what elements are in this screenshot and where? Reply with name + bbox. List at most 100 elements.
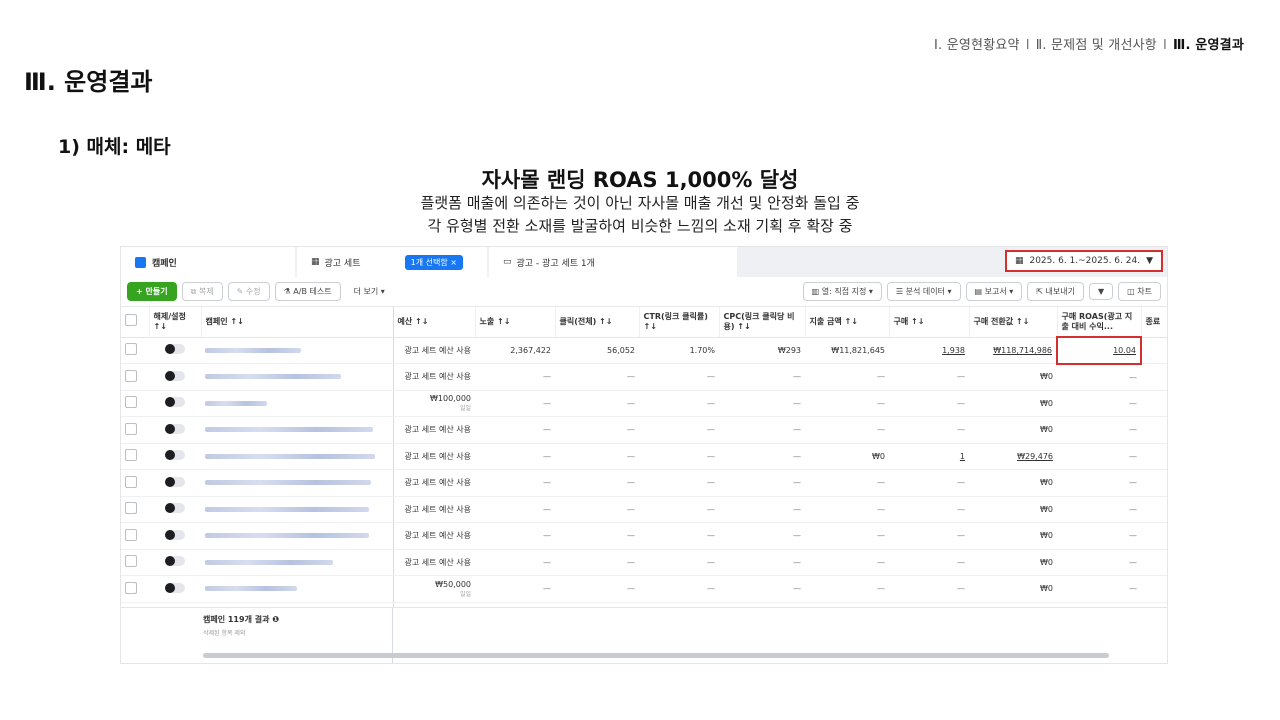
row-checkbox-cell[interactable] <box>121 575 149 603</box>
date-range-picker[interactable]: ▦ 2025. 6. 1.~2025. 6. 24. ▼ <box>1004 250 1163 272</box>
col-roas[interactable]: 구매 ROAS(광고 지출 대비 수익... <box>1057 307 1142 338</box>
table-row[interactable]: 광고 세트 예산 사용 — — — — — — ₩0 — <box>121 469 1167 497</box>
row-checkbox[interactable] <box>125 475 137 488</box>
row-checkbox-cell[interactable] <box>121 469 149 497</box>
campaign-name-redacted[interactable] <box>205 533 369 539</box>
row-toggle-cell[interactable] <box>149 575 201 603</box>
selected-chip[interactable]: 1개 선택함 × <box>404 254 463 270</box>
row-checkbox[interactable] <box>125 422 137 435</box>
horizontal-scrollbar[interactable] <box>203 653 1109 658</box>
table-row[interactable]: 광고 세트 예산 사용 — — — — — — ₩0 — <box>121 363 1167 391</box>
table-row[interactable]: 광고 세트 예산 사용 — — — — ₩0 1 ₩29,476 — <box>121 443 1167 470</box>
table-row[interactable]: ₩50,000 일일 — — — — — — ₩0 — <box>121 575 1167 603</box>
col-campaign[interactable]: 캠페인 ↑↓ <box>201 307 394 338</box>
tab-adset[interactable]: ▦ 광고 세트 1개 선택함 × <box>297 247 487 277</box>
campaign-name-cell[interactable] <box>201 469 394 497</box>
campaign-name-redacted[interactable] <box>205 374 341 380</box>
col-clicks[interactable]: 클릭(전체) ↑↓ <box>555 307 640 338</box>
columns-button[interactable]: ▥ 열: 직접 지정 ▾ <box>802 282 882 301</box>
row-toggle-cell[interactable] <box>149 337 201 364</box>
col-budget[interactable]: 예산 ↑↓ <box>393 307 476 338</box>
row-checkbox[interactable] <box>125 449 137 462</box>
row-checkbox-cell[interactable] <box>121 390 149 417</box>
table-row[interactable]: 광고 세트 예산 사용 — — — — — — ₩0 — <box>121 416 1167 444</box>
nav-item-issues[interactable]: Ⅱ. 문제점 및 개선사항 <box>1036 38 1157 53</box>
campaign-name-cell[interactable] <box>201 443 394 470</box>
create-button[interactable]: + 만들기 <box>127 282 177 301</box>
row-toggle-cell[interactable] <box>149 416 201 444</box>
campaign-toggle[interactable] <box>165 503 185 514</box>
campaign-name-cell[interactable] <box>201 390 394 417</box>
campaign-name-cell[interactable] <box>201 416 394 444</box>
campaign-name-cell[interactable] <box>201 549 394 576</box>
table-row[interactable]: ₩100,000 일일 — — — — — — ₩0 — <box>121 390 1167 417</box>
nav-item-results[interactable]: Ⅲ. 운영결과 <box>1173 38 1244 53</box>
campaign-toggle[interactable] <box>165 423 185 434</box>
export-button[interactable]: ⇱ 내보내기 <box>1027 282 1084 301</box>
row-checkbox[interactable] <box>125 528 137 541</box>
duplicate-button[interactable]: ⧉ 복제 <box>181 282 223 301</box>
campaign-toggle[interactable] <box>165 529 185 540</box>
row-toggle-cell[interactable] <box>149 443 201 470</box>
campaign-toggle[interactable] <box>165 397 185 408</box>
col-conv-value[interactable]: 구매 전환값 ↑↓ <box>969 307 1058 338</box>
select-all-checkbox[interactable] <box>125 314 137 327</box>
campaign-name-cell[interactable] <box>201 337 394 364</box>
row-toggle-cell[interactable] <box>149 522 201 550</box>
campaign-name-cell[interactable] <box>201 575 394 603</box>
reports-button[interactable]: ▤ 보고서 ▾ <box>965 282 1023 301</box>
nav-item-summary[interactable]: Ⅰ. 운영현황요약 <box>934 38 1020 53</box>
export-dropdown-button[interactable]: ▼ <box>1089 283 1114 300</box>
row-checkbox-cell[interactable] <box>121 416 149 444</box>
row-toggle-cell[interactable] <box>149 496 201 523</box>
campaign-toggle[interactable] <box>165 582 185 593</box>
row-checkbox-cell[interactable] <box>121 549 149 576</box>
campaign-name-redacted[interactable] <box>205 347 301 353</box>
more-button[interactable]: 더 보기 ▾ <box>345 283 393 300</box>
row-checkbox-cell[interactable] <box>121 443 149 470</box>
row-checkbox-cell[interactable] <box>121 337 149 364</box>
row-toggle-cell[interactable] <box>149 363 201 391</box>
table-row[interactable]: 광고 세트 예산 사용 — — — — — — ₩0 — <box>121 496 1167 523</box>
campaign-toggle[interactable] <box>165 476 185 487</box>
row-checkbox-cell[interactable] <box>121 363 149 391</box>
table-row[interactable]: 광고 세트 예산 사용 2,367,422 56,052 1.70% ₩293 ₩11,8… <box>121 336 1167 365</box>
row-checkbox[interactable] <box>125 396 137 409</box>
ab-test-button[interactable]: ⚗ A/B 테스트 <box>274 282 341 301</box>
campaign-name-cell[interactable] <box>201 496 394 523</box>
campaign-name-redacted[interactable] <box>205 400 267 406</box>
row-checkbox[interactable] <box>125 555 137 568</box>
row-toggle-cell[interactable] <box>149 549 201 576</box>
row-checkbox[interactable] <box>125 581 137 594</box>
row-checkbox[interactable] <box>125 343 137 356</box>
campaign-name-redacted[interactable] <box>205 427 373 433</box>
row-checkbox[interactable] <box>125 502 137 515</box>
chart-button[interactable]: ◫ 차트 <box>1118 282 1161 301</box>
row-checkbox[interactable] <box>125 369 137 382</box>
table-row[interactable]: 광고 세트 예산 사용 — — — — — — ₩0 — <box>121 549 1167 576</box>
row-checkbox-cell[interactable] <box>121 522 149 550</box>
campaign-name-redacted[interactable] <box>205 506 369 512</box>
campaign-name-cell[interactable] <box>201 522 394 550</box>
col-onoff[interactable]: 해제/설정 ↑↓ <box>149 307 202 338</box>
tab-campaign[interactable]: 캠페인 <box>121 247 295 277</box>
campaign-toggle[interactable] <box>165 450 185 461</box>
campaign-toggle[interactable] <box>165 556 185 567</box>
campaign-name-cell[interactable] <box>201 363 394 391</box>
table-row[interactable]: 광고 세트 예산 사용 — — — — — — ₩0 — <box>121 522 1167 550</box>
breakdown-button[interactable]: ☰ 분석 데이터 ▾ <box>886 282 961 301</box>
row-toggle-cell[interactable] <box>149 469 201 497</box>
campaign-name-redacted[interactable] <box>205 480 371 486</box>
col-impressions[interactable]: 노출 ↑↓ <box>475 307 556 338</box>
col-cpc[interactable]: CPC(링크 클릭당 비용) ↑↓ <box>719 307 806 338</box>
campaign-name-redacted[interactable] <box>205 453 375 459</box>
campaign-name-redacted[interactable] <box>205 586 297 592</box>
col-ctr[interactable]: CTR(링크 클릭률) ↑↓ <box>639 307 720 338</box>
campaign-toggle[interactable] <box>165 370 185 381</box>
edit-button[interactable]: ✎ 수정 <box>227 282 270 301</box>
campaign-name-redacted[interactable] <box>205 559 333 565</box>
col-end[interactable]: 종료 <box>1141 307 1167 338</box>
select-all-header[interactable] <box>121 307 150 338</box>
row-checkbox-cell[interactable] <box>121 496 149 523</box>
col-spend[interactable]: 지출 금액 ↑↓ <box>805 307 890 338</box>
